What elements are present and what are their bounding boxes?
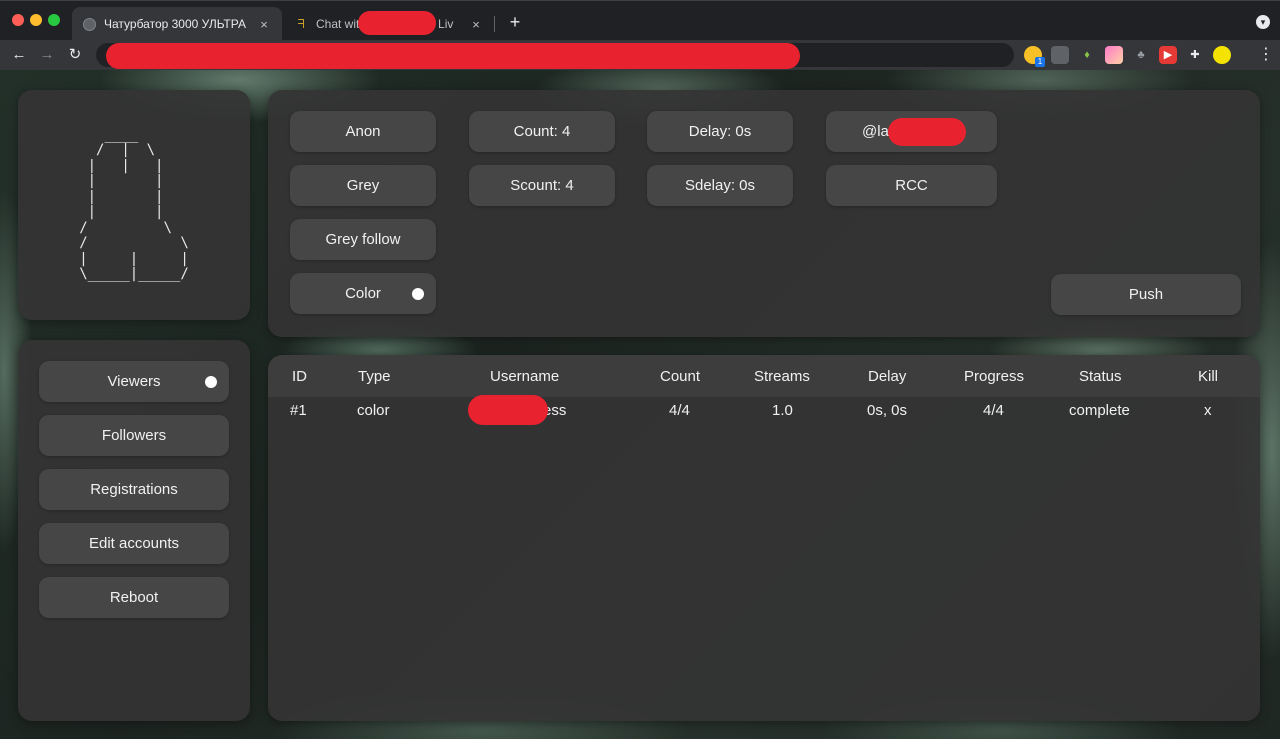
reboot-nav-button[interactable]: Reboot [39,577,229,618]
delay-button-label: Delay: 0s [688,123,752,140]
grey-button[interactable]: Grey [290,165,436,206]
column-header-kill: Kill [1198,368,1219,385]
globe-icon [82,17,96,31]
row-count: 4/4 [669,402,690,419]
nav-panel: Viewers Followers Registrations Edit acc… [18,340,250,721]
tasks-table: ID Type Username Count Streams Delay Pro… [268,355,1260,721]
redaction-mark [358,11,436,35]
minimize-window-button[interactable] [30,14,42,26]
edit-accounts-nav-button[interactable]: Edit accounts [39,523,229,564]
row-status: complete [1069,402,1130,419]
bird-icon: ᖷ [297,16,305,31]
leaf-extension-icon[interactable]: ♦ [1078,46,1096,64]
delay-button[interactable]: Delay: 0s [647,111,793,152]
browser-toolbar: ← → ↻ 1 ♦ ♣ ▶ ✚ ⋮ [0,40,1280,70]
record-extension-icon[interactable]: ▶ [1159,46,1177,64]
row-delay: 0s, 0s [867,402,908,419]
browser-tab-active[interactable]: Чатурбатор 3000 УЛЬТРА × [72,7,282,41]
close-window-button[interactable] [12,14,24,26]
scount-button[interactable]: Scount: 4 [469,165,615,206]
row-progress: 4/4 [983,402,1004,419]
count-button-label: Count: 4 [513,123,571,140]
grey-follow-button[interactable]: Grey follow [290,219,436,260]
tiles-extension-icon[interactable] [1051,46,1069,64]
reboot-nav-label: Reboot [109,589,159,606]
column-header-progress: Progress [964,368,1025,385]
registrations-nav-label: Registrations [90,481,178,498]
grey-button-label: Grey [346,177,380,194]
forward-button[interactable]: → [36,44,58,66]
ascii-art-logo: ____ / | \ | | | | | | | | | / \ / \ | |… [79,126,189,282]
tab-title: Чатурбатор 3000 УЛЬТРА [104,17,246,31]
row-id: #1 [290,402,307,419]
push-button-label: Push [1128,286,1164,303]
followers-nav-button[interactable]: Followers [39,415,229,456]
browser-tabstrip: Чатурбатор 3000 УЛЬТРА × ᖷ Chat withn a … [0,0,1280,41]
active-indicator-dot [205,375,217,388]
table-header: ID Type Username Count Streams Delay Pro… [268,355,1260,397]
logo-panel: ____ / | \ | | | | | | | | | / \ / \ | |… [18,90,250,320]
puzzle-extension-icon[interactable]: ✚ [1186,46,1204,64]
selected-indicator-dot [412,287,424,300]
gradient-extension-icon[interactable] [1105,46,1123,64]
tab-separator [494,16,495,32]
smiley-extension-icon[interactable]: 1 [1024,46,1045,67]
redaction-mark [468,395,548,425]
target-user-label: @la [862,123,889,140]
sdelay-button-label: Sdelay: 0s [684,177,756,194]
column-header-status: Status [1079,368,1122,385]
close-tab-icon[interactable]: × [468,17,484,32]
column-header-count: Count [660,368,701,385]
column-header-delay: Delay [868,368,907,385]
color-button[interactable]: Color [290,273,436,314]
column-header-id: ID [292,368,307,385]
target-user-button[interactable]: @la [826,111,997,152]
row-streams: 1.0 [772,402,793,419]
anon-button-label: Anon [345,123,381,140]
rcc-button[interactable]: RCC [826,165,997,206]
new-tab-button[interactable]: + [504,11,526,33]
close-tab-icon[interactable]: × [256,17,272,32]
controls-panel: Anon Grey Grey follow Color Count: 4 Sco… [268,90,1260,337]
spy-extension-icon[interactable]: ♣ [1132,46,1150,64]
extensions-bar: 1 ♦ ♣ ▶ ✚ [1024,45,1231,67]
extension-badge: 1 [1035,57,1045,67]
grey-follow-button-label: Grey follow [325,231,401,248]
edit-accounts-nav-label: Edit accounts [88,535,180,552]
back-button[interactable]: ← [8,44,30,66]
profile-avatar-icon[interactable] [1213,46,1231,64]
reload-button[interactable]: ↻ [64,44,86,66]
sdelay-button[interactable]: Sdelay: 0s [647,165,793,206]
kill-button[interactable]: x [1204,402,1212,419]
push-button[interactable]: Push [1051,274,1241,315]
rcc-button-label: RCC [895,177,928,194]
maximize-window-button[interactable] [48,14,60,26]
count-button[interactable]: Count: 4 [469,111,615,152]
tab-search-icon[interactable]: ▾ [1256,15,1270,29]
column-header-type: Type [358,368,391,385]
page-background: ____ / | \ | | | | | | | | | / \ / \ | |… [0,70,1280,739]
viewers-nav-button[interactable]: Viewers [39,361,229,402]
redaction-mark [106,43,800,69]
row-type: color [357,402,390,419]
color-button-label: Color [345,285,381,302]
browser-menu-button[interactable]: ⋮ [1258,45,1274,65]
scount-button-label: Scount: 4 [510,177,574,194]
column-header-streams: Streams [754,368,810,385]
anon-button[interactable]: Anon [290,111,436,152]
address-bar[interactable] [96,43,1014,69]
redaction-mark [888,118,966,146]
registrations-nav-button[interactable]: Registrations [39,469,229,510]
viewers-nav-label: Viewers [107,373,161,390]
followers-nav-label: Followers [101,427,167,444]
column-header-username: Username [490,368,560,385]
